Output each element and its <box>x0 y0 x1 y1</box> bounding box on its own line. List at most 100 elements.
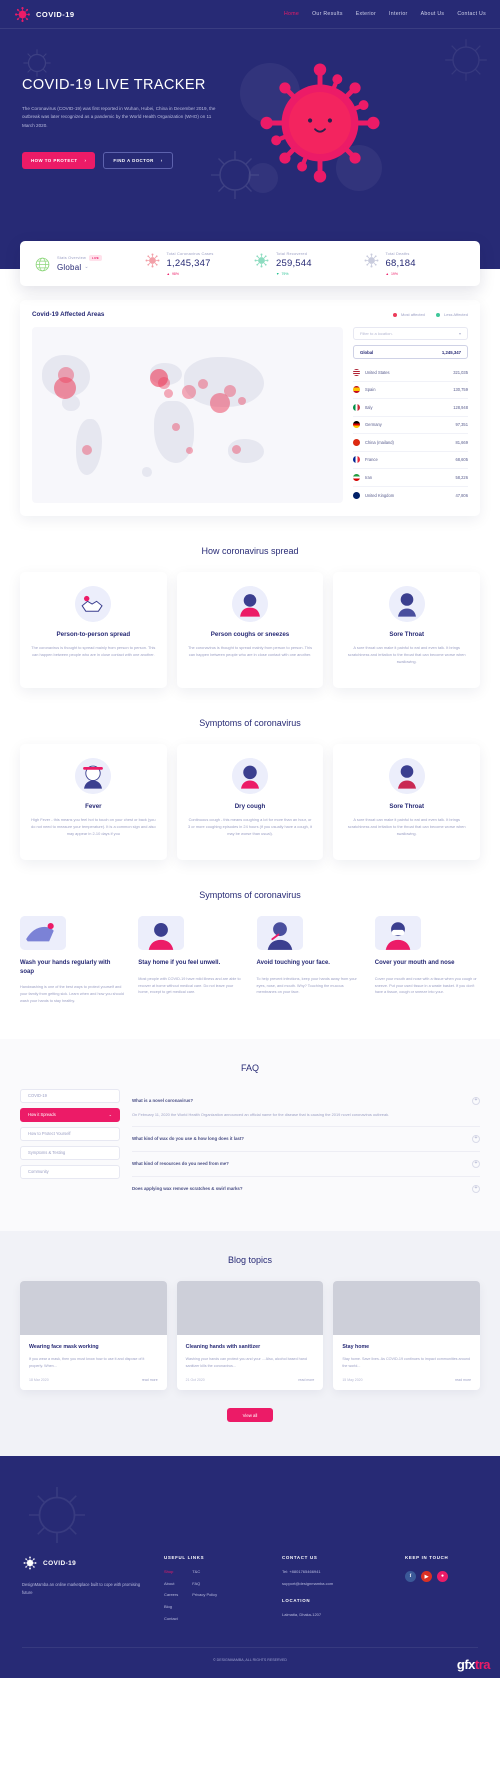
stat-total-recovered: Total Recovered 259,544 ▼ 79% <box>253 251 357 276</box>
watermark: gfxtra <box>456 1657 491 1673</box>
footer-link-privacy-policy[interactable]: Privacy Policy <box>192 1592 217 1598</box>
symptom-card-title: Dry cough <box>234 803 266 810</box>
total-recovered-label: Total Recovered <box>276 251 308 256</box>
footer-link-contact[interactable]: Contact <box>164 1616 178 1622</box>
stay-home-icon <box>138 916 185 950</box>
virus-icon <box>23 1556 37 1570</box>
prevention-card-title: Wash your hands regularly with soap <box>20 960 111 975</box>
prevention-card-text: Most people with COVID-19 have mild illn… <box>138 976 241 995</box>
nav-link-contact-us[interactable]: Contact Us <box>457 11 486 17</box>
prevention-card-avoid-touching-face: Avoid touching your face. To help preven… <box>256 916 362 1005</box>
cough-icon <box>232 758 268 794</box>
symptom-card-text: Continuous cough - this means coughing a… <box>188 817 312 836</box>
faq-category-symptoms-testing[interactable]: Symptoms & Testing <box>20 1145 120 1160</box>
faq-category-how-to-protect-yourself[interactable]: How to Protect Yourself <box>20 1126 120 1141</box>
footer-useful-links: USEFUL LINKS Shop About Careers Blog Con… <box>164 1555 264 1627</box>
faq-item-scratches[interactable]: Does applying wax remove scratches & swi… <box>132 1177 480 1201</box>
blog-card-face-mask[interactable]: Wearing face mask working If you wear a … <box>20 1280 167 1391</box>
country-row-france[interactable]: France 68,605 <box>353 452 468 469</box>
country-row-italy[interactable]: Italy 128,948 <box>353 399 468 417</box>
footer-column-heading: USEFUL LINKS <box>164 1555 205 1561</box>
footer-copyright: © DESIGNMAMBA, ALL RIGHTS RESERVED <box>22 1647 478 1662</box>
country-row-china[interactable]: China (mailand) 81,669 <box>353 434 468 452</box>
blog-card-sanitizer[interactable]: Cleaning hands with sanitizer Washing yo… <box>176 1280 324 1391</box>
global-value: 1,245,347 <box>441 349 461 355</box>
world-map[interactable] <box>32 327 343 503</box>
footer-link-faq[interactable]: FAQ <box>192 1581 217 1587</box>
prevention-card-text: Cover your mouth and nose with a tissue … <box>374 976 477 995</box>
country-row-iran[interactable]: Iran 58,226 <box>353 469 468 487</box>
de-flag-icon <box>353 421 360 429</box>
dribbble-icon[interactable]: ● <box>437 1571 448 1583</box>
footer-link-about[interactable]: About <box>164 1581 178 1587</box>
nav-link-home[interactable]: Home <box>284 11 299 17</box>
youtube-icon[interactable]: ▶ <box>421 1571 432 1583</box>
covid-landing-page: COVID-19 Home Our Results Exterior Inter… <box>0 0 500 1679</box>
plus-circle-icon[interactable]: + <box>472 1134 480 1143</box>
footer-contact-address: Lalmatia, Dhaka-1207 <box>282 1612 322 1618</box>
faq-category-community[interactable]: Community <box>20 1164 120 1179</box>
facebook-icon[interactable]: f <box>405 1571 416 1583</box>
spread-card-sore-throat: Sore Throat A sore throat can make it pa… <box>333 572 481 688</box>
footer-contact-heading: CONTACT US <box>282 1555 318 1561</box>
footer-link-shop[interactable]: Shop <box>164 1569 178 1575</box>
footer-brand[interactable]: COVID-19 <box>22 1555 146 1571</box>
blog-title: Stay home <box>342 1343 370 1350</box>
find-a-doctor-button[interactable]: FIND A DOCTOR › <box>103 152 173 170</box>
map-legend: Most affected Less Affected <box>392 312 468 317</box>
chevron-right-icon: › <box>84 158 87 164</box>
prevention-card-wash-hands: Wash your hands regularly with soap Hand… <box>20 916 125 1005</box>
blog-read-more-link[interactable]: read more <box>455 1378 471 1382</box>
blog-date: 21 Oct 2020 <box>185 1378 205 1383</box>
nav-link-exterior[interactable]: Exterior <box>356 11 376 17</box>
stats-overview-label: Stats Overview <box>57 255 86 260</box>
hero-subtitle: The Coronavirus (COVID-19) was first rep… <box>22 106 216 128</box>
faq-category-covid-19[interactable]: COVID-19 <box>20 1088 120 1103</box>
arrow-down-icon: ▼ <box>276 272 280 276</box>
country-row-spain[interactable]: Spain 130,759 <box>353 382 468 399</box>
blog-section: Blog topics Wearing face mask working If… <box>0 1230 500 1457</box>
blog-thumbnail <box>20 1280 167 1335</box>
prevention-heading: Symptoms of coronavirus <box>199 890 301 900</box>
chevron-down-icon: ▾ <box>458 331 461 336</box>
country-row-global[interactable]: Global 1,245,347 <box>353 345 468 359</box>
country-row-germany[interactable]: Germany 97,351 <box>353 417 468 434</box>
footer-link-blog[interactable]: Blog <box>164 1604 178 1610</box>
nav-link-our-results[interactable]: Our Results <box>312 11 343 17</box>
faq-question: What is a novel coronavirus? <box>132 1098 193 1104</box>
decorative-virus-icon <box>29 1487 85 1544</box>
stat-region-selector[interactable]: Stats Overview LIVE Global ⌄ <box>34 254 138 273</box>
symptom-card-fever: Fever High Fever - this means you feel h… <box>20 744 167 860</box>
blog-read-more-link[interactable]: read more <box>298 1378 314 1382</box>
footer-link-careers[interactable]: Careers <box>164 1592 178 1598</box>
footer-contact-email[interactable]: support@designmamba.com <box>282 1581 387 1587</box>
faq-category-how-it-spreads[interactable]: How it Spreads ⌄ <box>20 1107 120 1122</box>
blog-heading: Blog topics <box>227 1254 273 1265</box>
faq-item-novel-coronavirus[interactable]: What is a novel coronavirus? + On Februa… <box>132 1089 480 1127</box>
footer-link-tc[interactable]: T&C <box>192 1569 217 1575</box>
blog-excerpt: Washing your hands can protect you and y… <box>185 1356 307 1368</box>
location-filter-input[interactable]: Filter to a location. ▾ <box>353 327 468 340</box>
view-all-button[interactable]: View all <box>227 1408 273 1423</box>
global-label: Global <box>360 349 374 355</box>
es-flag-icon <box>353 386 360 394</box>
virus-icon <box>15 6 30 22</box>
how-to-protect-button[interactable]: HOW TO PROTECT › <box>22 152 96 170</box>
nav-link-about-us[interactable]: About Us <box>421 11 445 17</box>
legend-most-affected: Most affected <box>392 312 425 317</box>
blog-card-stay-home[interactable]: Stay home Stay home. Save lives. As COVI… <box>333 1280 481 1391</box>
faq-section: FAQ COVID-19 How it Spreads ⌄ How to Pro… <box>0 1038 500 1231</box>
plus-circle-icon[interactable]: + <box>472 1159 480 1168</box>
nav-link-interior[interactable]: Interior <box>389 11 408 17</box>
plus-circle-icon[interactable]: + <box>472 1096 480 1105</box>
country-row-united-kingdom[interactable]: United Kingdom 47,806 <box>353 487 468 505</box>
spread-card-title: Person-to-person spread <box>56 631 131 638</box>
faq-item-resources[interactable]: What kind of resources do you need from … <box>132 1152 480 1177</box>
plus-circle-icon[interactable]: + <box>472 1184 480 1193</box>
faq-item-wax-duration[interactable]: What kind of wax do you use & how long d… <box>132 1127 480 1152</box>
footer-tagline: DesignMamba an online marketplace built … <box>22 1582 141 1595</box>
country-row-united-states[interactable]: United States 321,035 <box>353 364 468 382</box>
brand-logo[interactable]: COVID-19 <box>14 6 75 23</box>
blog-read-more-link[interactable]: read more <box>142 1378 158 1382</box>
faq-category-list: COVID-19 How it Spreads ⌄ How to Protect… <box>20 1088 120 1201</box>
